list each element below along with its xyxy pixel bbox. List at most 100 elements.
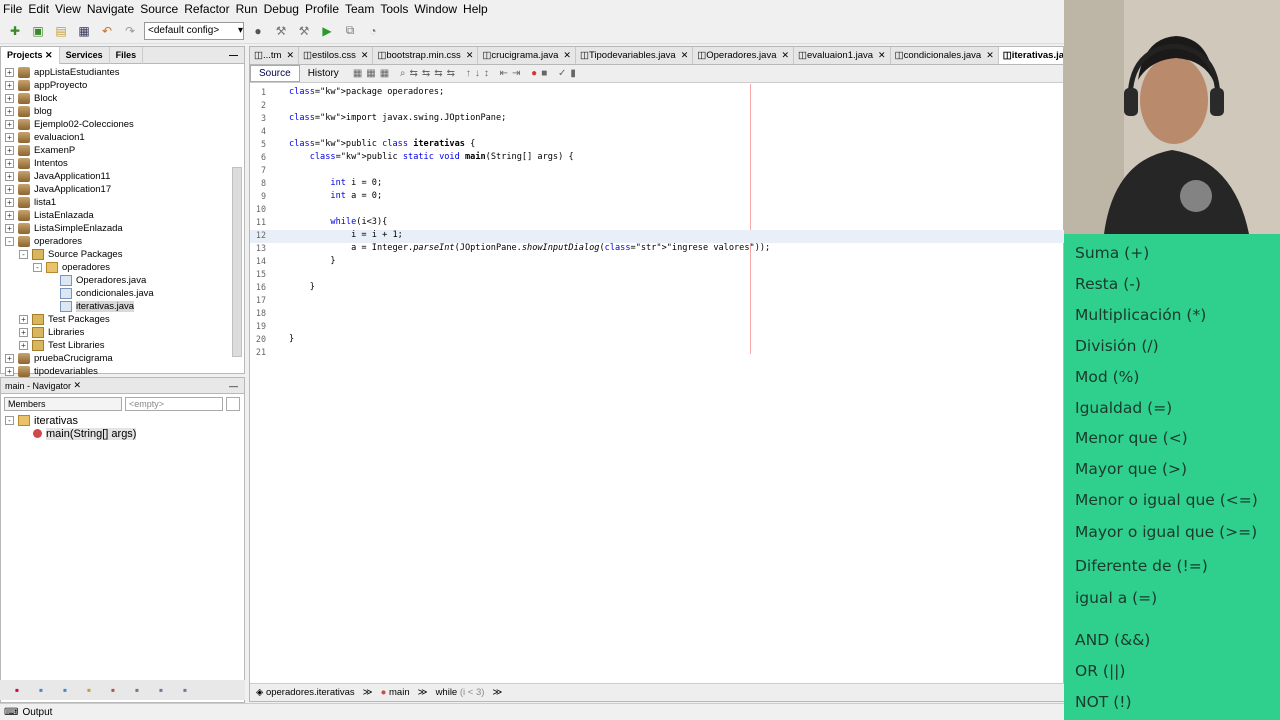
tree-item[interactable]: condicionales.java [1, 287, 244, 300]
tree-item[interactable]: + Test Libraries [1, 339, 244, 352]
breadcrumb-loop[interactable]: while (i < 3) [436, 687, 485, 698]
code-line[interactable]: 15 [250, 269, 1065, 282]
tree-item[interactable]: + Libraries [1, 326, 244, 339]
filter-inherited-icon[interactable]: ▪ [80, 681, 98, 699]
config-select[interactable]: <default config> ▾ [144, 21, 244, 40]
menu-item-view[interactable]: View [55, 2, 81, 16]
expand-icon[interactable]: + [5, 68, 14, 77]
menu-item-tools[interactable]: Tools [380, 2, 408, 16]
save-all-icon[interactable]: ▦ [75, 22, 93, 40]
tree-item[interactable]: + pruebaCrucigrama [1, 352, 244, 365]
code-line[interactable]: 2 [250, 100, 1065, 113]
navigator-method[interactable]: main(String[] args) [1, 427, 244, 440]
expand-icon[interactable]: + [5, 224, 14, 233]
new-project-icon[interactable]: ▣ [29, 22, 47, 40]
menu-item-source[interactable]: Source [140, 2, 178, 16]
expand-icon[interactable]: + [5, 133, 14, 142]
tree-item[interactable]: + appListaEstudiantes [1, 66, 244, 79]
tree-item[interactable]: + blog [1, 105, 244, 118]
code-line[interactable]: 11 while(i<3){ [250, 217, 1065, 230]
file-tab[interactable]: ◫ crucigrama.java ✕ [478, 47, 576, 64]
filter-fields-icon[interactable]: ▪ [8, 681, 26, 699]
sort-order-icon[interactable]: ▪ [176, 681, 194, 699]
close-icon[interactable]: ✕ [781, 50, 789, 61]
file-tab[interactable]: ◫ Operadores.java ✕ [693, 47, 795, 64]
minimize-icon[interactable]: — [229, 381, 244, 391]
code-line[interactable]: 3 class="kw">import javax.swing.JOptionPa… [250, 113, 1065, 126]
code-line[interactable]: 9 int a = 0; [250, 191, 1065, 204]
menu-item-edit[interactable]: Edit [28, 2, 49, 16]
expand-icon[interactable]: + [5, 172, 14, 181]
filter-nonpublic-icon[interactable]: ▪ [56, 681, 74, 699]
code-line[interactable]: 7 [250, 165, 1065, 178]
expand-icon[interactable]: + [5, 354, 14, 363]
tab-files[interactable]: Files [110, 46, 144, 64]
tree-item[interactable]: + Test Packages [1, 313, 244, 326]
history-tab[interactable]: History [300, 65, 347, 82]
sort-alpha-icon[interactable]: ▪ [152, 681, 170, 699]
collapse-icon[interactable]: - [33, 263, 42, 272]
editor-tools-icons[interactable]: ▦▦▦ ⌕⇆⇆⇆⇆ ↑↓↕ ⇤⇥ ●■ ✓▮ [353, 68, 580, 79]
tree-item[interactable]: + JavaApplication17 [1, 183, 244, 196]
menu-item-file[interactable]: File [3, 2, 22, 16]
expand-icon[interactable]: + [5, 159, 14, 168]
debug-icon[interactable]: ⧉ [341, 22, 359, 40]
navigator-class[interactable]: - iterativas [1, 414, 244, 427]
code-line[interactable]: 6 class="kw">public static void main(Str… [250, 152, 1065, 165]
menu-item-profile[interactable]: Profile [305, 2, 339, 16]
tree-item[interactable]: + ListaSimpleEnlazada [1, 222, 244, 235]
tree-item[interactable]: + Ejemplo02-Colecciones [1, 118, 244, 131]
close-icon[interactable]: ✕ [466, 50, 474, 61]
redo-icon[interactable]: ↷ [121, 22, 139, 40]
tree-scrollbar[interactable] [232, 167, 242, 357]
code-line[interactable]: 18 [250, 308, 1065, 321]
breadcrumb-class[interactable]: ◈ operadores.iterativas [256, 687, 355, 698]
collapse-icon[interactable]: - [19, 250, 28, 259]
code-line[interactable]: 16 } [250, 282, 1065, 295]
source-tab[interactable]: Source [250, 65, 300, 82]
expand-icon[interactable]: + [5, 107, 14, 116]
expand-icon[interactable]: + [5, 367, 14, 376]
collapse-icon[interactable]: - [5, 416, 14, 425]
tree-item[interactable]: - operadores [1, 261, 244, 274]
tab-projects[interactable]: Projects ✕ [1, 46, 60, 64]
menu-item-run[interactable]: Run [236, 2, 258, 16]
code-line[interactable]: 14 } [250, 256, 1065, 269]
breadcrumb-method[interactable]: ● main [381, 687, 410, 698]
tree-item[interactable]: + Block [1, 92, 244, 105]
empty-select[interactable]: <empty> [125, 397, 223, 411]
expand-icon[interactable]: + [19, 328, 28, 337]
tab-services[interactable]: Services [60, 46, 110, 64]
code-line[interactable]: 1 class="kw">package operadores; [250, 87, 1065, 100]
expand-icon[interactable]: + [5, 146, 14, 155]
expand-icon[interactable]: + [5, 185, 14, 194]
close-icon[interactable]: ✕ [286, 50, 294, 61]
open-project-icon[interactable]: ▤ [52, 22, 70, 40]
close-icon[interactable]: ✕ [45, 50, 53, 61]
tree-item[interactable]: + ExamenP [1, 144, 244, 157]
file-tab[interactable]: ◫ Tipodevariables.java ✕ [576, 47, 694, 64]
code-line[interactable]: 12 i = i + 1; [250, 230, 1065, 243]
file-tab[interactable]: ◫ iterativas.ja [998, 47, 1063, 64]
tree-item[interactable]: + evaluacion1 [1, 131, 244, 144]
code-line[interactable]: 19 [250, 321, 1065, 334]
output-bar[interactable]: ⌨ Output [0, 703, 1064, 720]
code-line[interactable]: 21 [250, 347, 1065, 360]
menu-item-navigate[interactable]: Navigate [87, 2, 134, 16]
run-icon[interactable]: ▶ [318, 22, 336, 40]
expand-icon[interactable]: + [5, 94, 14, 103]
expand-icon[interactable]: + [5, 198, 14, 207]
build-icon[interactable]: ⚒ [272, 22, 290, 40]
minimize-icon[interactable]: — [229, 50, 244, 60]
members-select[interactable]: Members [4, 397, 122, 411]
code-line[interactable]: 10 [250, 204, 1065, 217]
close-icon[interactable]: ✕ [681, 50, 689, 61]
code-area[interactable]: 1 class="kw">package operadores; 2 3 class="… [250, 84, 1065, 684]
expand-icon[interactable]: + [19, 341, 28, 350]
code-line[interactable]: 8 int i = 0; [250, 178, 1065, 191]
expand-icon[interactable]: + [5, 81, 14, 90]
code-line[interactable]: 20} [250, 334, 1065, 347]
tree-item[interactable]: + Intentos [1, 157, 244, 170]
tree-item[interactable]: + lista1 [1, 196, 244, 209]
close-icon[interactable]: ✕ [878, 50, 886, 61]
